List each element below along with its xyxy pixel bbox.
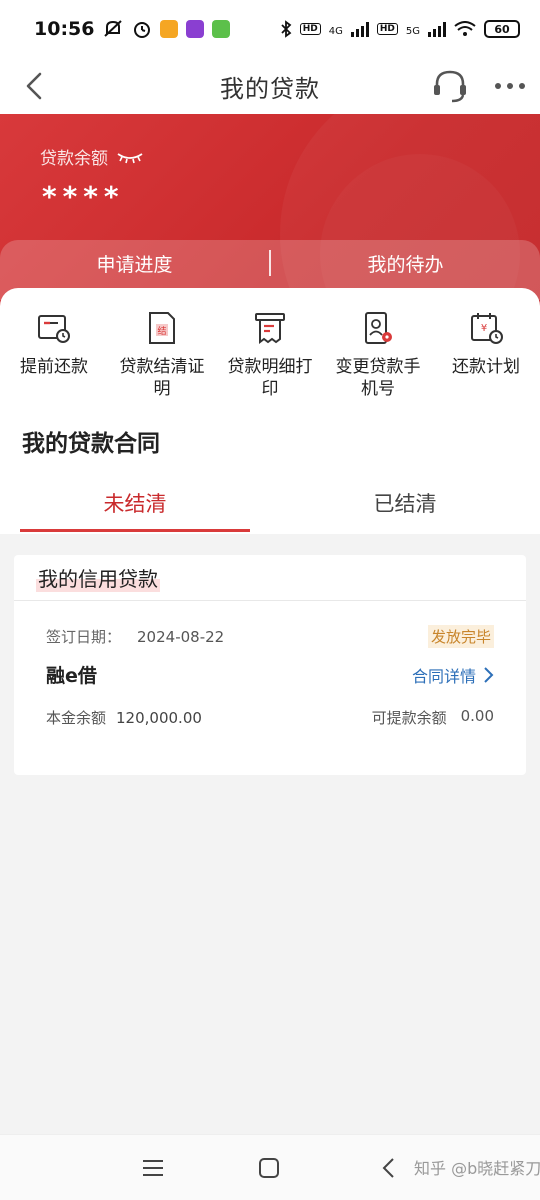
network-4g-label: 4G [328,26,343,37]
sign-date-row: 签订日期： 2024-08-22 发放完毕 [46,625,494,648]
product-name: 融e借 [46,665,97,687]
notification-app-icon [160,20,179,38]
status-time: 10:56 [34,18,95,40]
principal-label: 本金余额 [46,709,107,727]
hide-eye-icon[interactable] [116,150,144,164]
active-tab-underline [20,529,250,532]
back-arrow-icon[interactable] [18,68,54,104]
loan-category-title: 我的信用贷款 [36,563,160,592]
hd-badge-2: HD [376,23,398,35]
mute-icon [104,20,123,37]
battery-icon: 60 [484,20,520,38]
loan-balance-label: 贷款余额 [40,149,108,169]
settlement-certificate-icon: 结 [149,312,175,344]
wifi-icon [454,21,476,36]
card-header: 我的信用贷款 [14,555,526,601]
bank-app-icon [186,20,205,38]
action-settlement-certificate[interactable]: 结 贷款结清证明 [108,310,216,400]
contract-status-tabs: 未结清 已结清 [0,472,540,534]
principal-value: 120,000.00 [116,708,202,727]
loan-balance-label-row: 贷款余额 [40,144,144,169]
action-label: 贷款结清证明 [119,357,205,399]
signal-icon-2 [428,21,446,37]
back-nav-icon[interactable] [376,1155,402,1181]
action-label: 提前还款 [20,357,88,377]
title-bar: 我的贷款 [0,58,540,114]
system-navigation-bar: 知乎 @b晓赶紧刀笔 [0,1134,540,1200]
hd-badge: HD [299,23,321,35]
status-badge: 发放完毕 [427,625,494,648]
action-detail-print[interactable]: 贷款明细打印 [216,310,324,400]
tab-unsettled[interactable]: 未结清 [0,472,270,534]
sign-date-label: 签订日期： [46,628,122,646]
withdrawable-value: 0.00 [460,707,494,725]
tab-my-todo[interactable]: 我的待办 [271,250,540,291]
page-title: 我的贷款 [220,74,320,103]
contract-detail-link[interactable]: 合同详情 [412,663,494,687]
loan-contract-card[interactable]: 我的信用贷款 签订日期： 2024-08-22 发放完毕 融e借 合同详情 本金… [14,555,526,775]
chevron-right-icon [484,666,494,683]
tab-settled[interactable]: 已结清 [270,472,540,534]
print-detail-icon [255,313,285,344]
withdrawable-label: 可提款余额 [371,709,447,727]
action-label: 还款计划 [452,357,520,377]
action-label: 变更贷款手机号 [335,357,421,399]
network-5g-label: 5G [405,26,420,37]
home-icon[interactable] [256,1155,282,1181]
bluetooth-icon [281,20,292,38]
status-bar: 10:56 HD 4G HD 5G 60 [0,0,540,58]
contract-detail-label: 合同详情 [411,666,476,686]
loan-balance-value: **** [42,180,125,213]
svg-text:结: 结 [157,325,166,337]
loan-balance-banner: 贷款余额 **** 申请进度 我的待办 [0,114,540,314]
more-options-icon[interactable] [490,68,530,104]
watermark: 知乎 @b晓赶紧刀笔 [414,1159,540,1178]
sign-date-value: 2024-08-22 [137,627,225,646]
action-early-repayment[interactable]: 提前还款 [0,310,108,400]
wechat-app-icon [212,20,231,38]
action-repayment-plan[interactable]: ¥ 还款计划 [432,310,540,400]
repayment-plan-icon: ¥ [471,313,503,344]
early-repay-icon [38,315,70,343]
action-change-phone[interactable]: 变更贷款手机号 [324,310,432,400]
svg-text:¥: ¥ [481,323,487,334]
tab-unsettled-label: 未结清 [103,492,167,516]
tab-settled-label: 已结清 [373,492,437,516]
customer-service-headset-icon[interactable] [430,66,470,106]
change-phone-icon [365,312,392,344]
signal-icon [350,21,369,37]
action-label: 贷款明细打印 [227,357,313,399]
balance-row: 本金余额 120,000.00 可提款余额 0.00 [46,707,494,728]
contracts-section-title: 我的贷款合同 [22,431,160,457]
product-row: 融e借 合同详情 [46,661,494,688]
tab-application-progress[interactable]: 申请进度 [0,250,269,291]
menu-icon[interactable] [140,1155,166,1181]
alarm-icon [134,22,151,38]
